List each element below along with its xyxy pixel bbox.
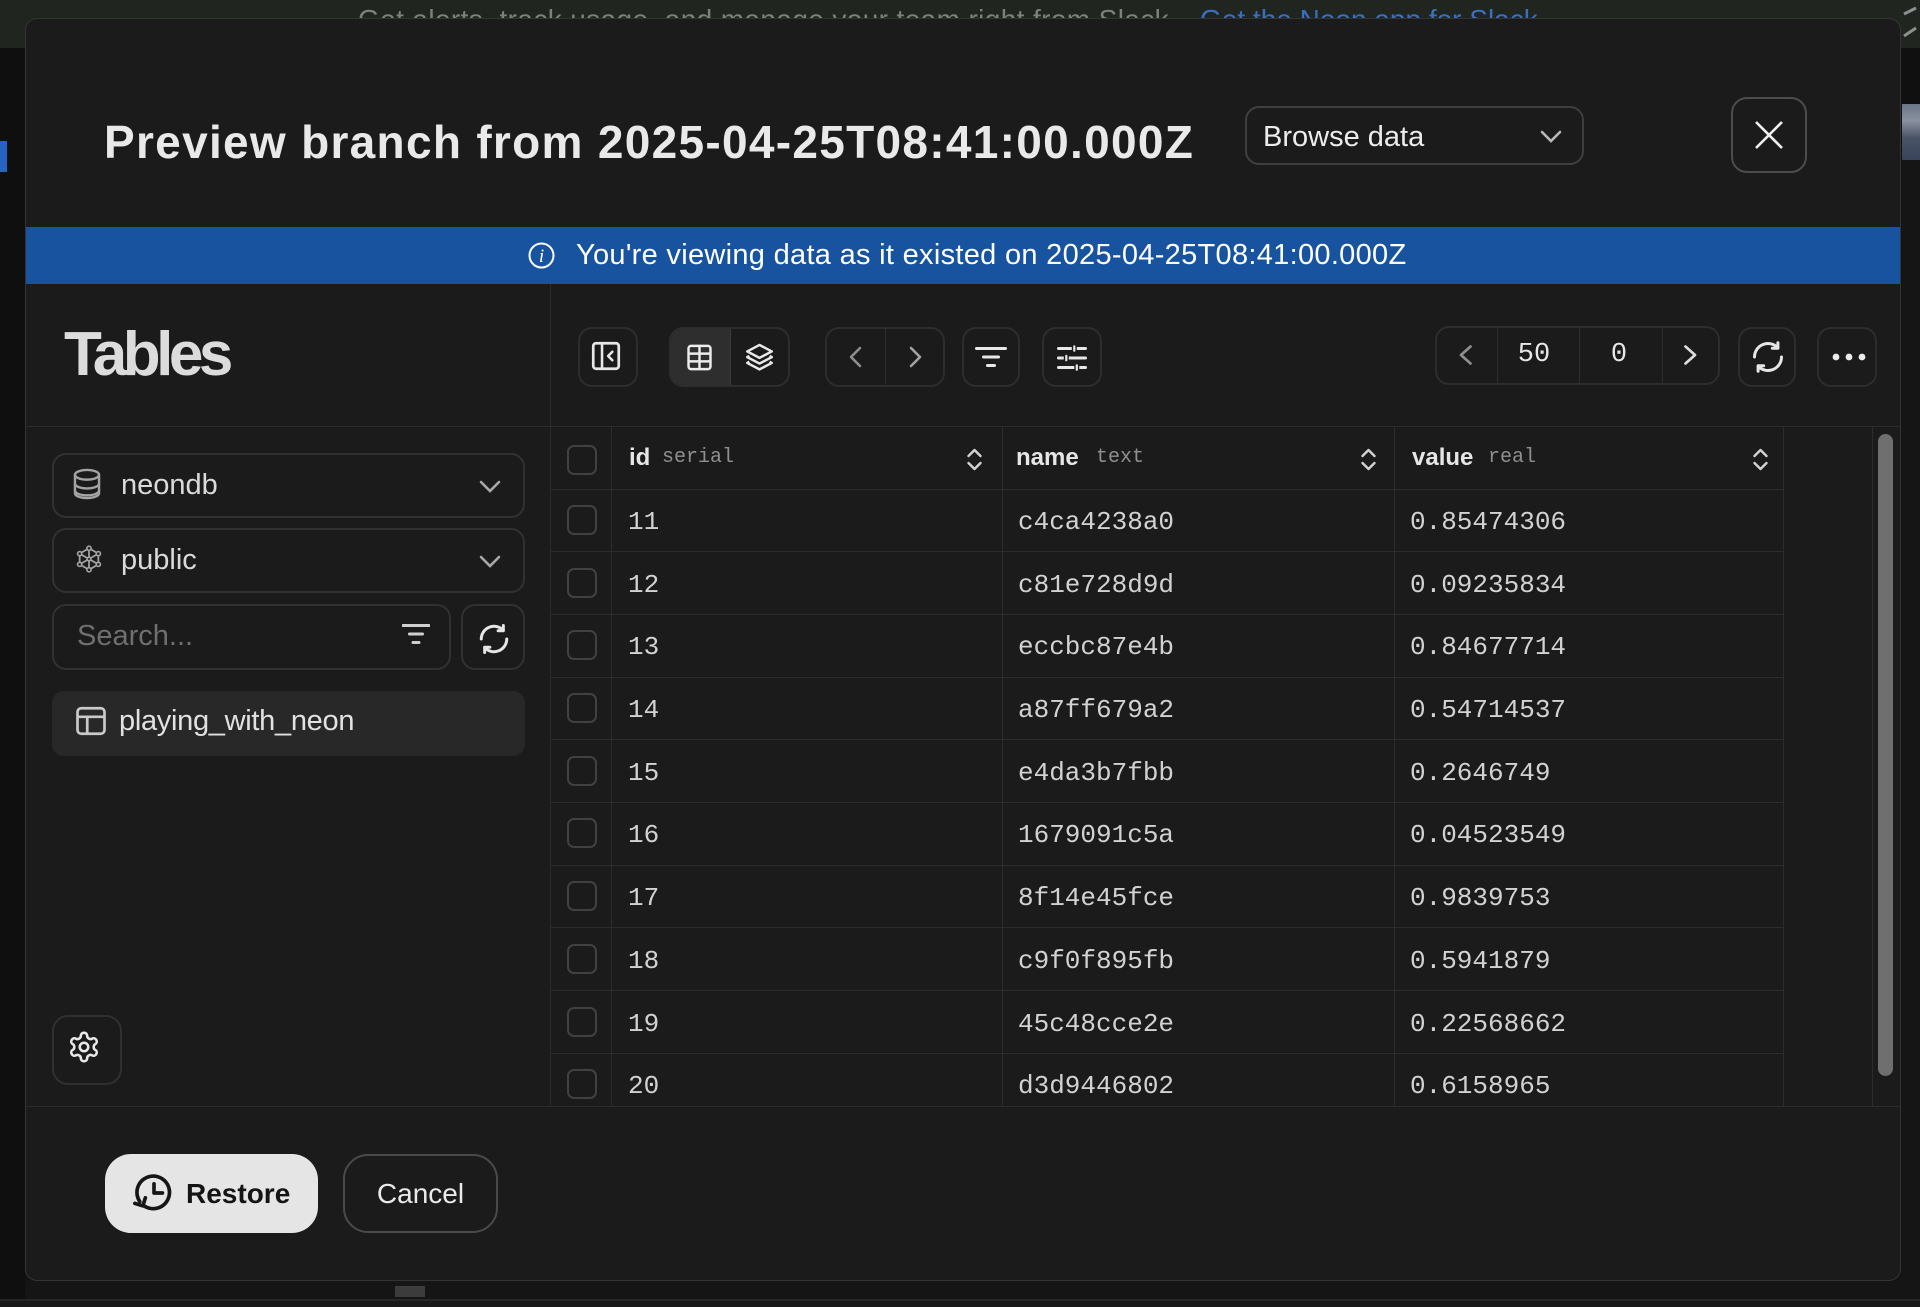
svg-text:i: i bbox=[539, 246, 544, 267]
